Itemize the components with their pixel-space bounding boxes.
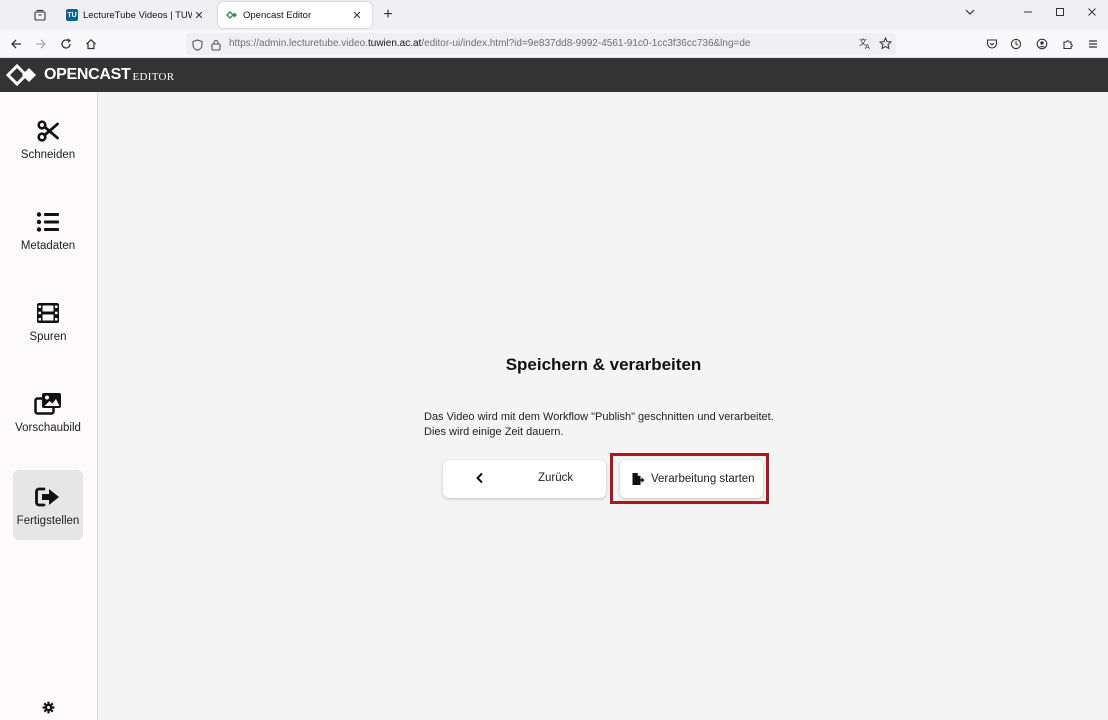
chevron-left-icon bbox=[475, 472, 485, 487]
film-icon bbox=[34, 299, 62, 327]
back-button-label: Zurück bbox=[538, 472, 574, 484]
tab-list-icon[interactable] bbox=[30, 5, 50, 25]
sidebar-item-label: Metadaten bbox=[20, 240, 76, 252]
sidebar-item-label: Spuren bbox=[29, 331, 67, 343]
opencast-favicon bbox=[226, 9, 238, 21]
translate-icon[interactable]: 文A bbox=[859, 37, 872, 55]
tab-opencast-editor[interactable]: Opencast Editor ✕ bbox=[218, 2, 372, 28]
shield-icon[interactable] bbox=[192, 38, 203, 56]
sign-out-icon bbox=[34, 483, 62, 511]
close-window-icon[interactable] bbox=[1077, 3, 1107, 25]
extensions-icon[interactable] bbox=[1058, 34, 1078, 54]
url-bar[interactable]: https://admin.lecturetube.video.tuwien.a… bbox=[186, 33, 896, 55]
forward-arrow-icon[interactable] bbox=[31, 34, 51, 54]
browser-toolbar: https://admin.lecturetube.video.tuwien.a… bbox=[0, 30, 1108, 58]
sidebar-item-label: Vorschaubild bbox=[15, 422, 81, 434]
close-tab-icon[interactable]: ✕ bbox=[192, 9, 206, 22]
pocket-icon[interactable] bbox=[982, 34, 1002, 54]
sidebar: Schneiden Metadaten Spuren Vorschaubild … bbox=[0, 92, 98, 720]
opencast-logo-icon bbox=[6, 64, 36, 86]
sidebar-item-schneiden[interactable]: Schneiden bbox=[13, 104, 83, 174]
minimize-window-icon[interactable] bbox=[1013, 3, 1043, 25]
list-icon bbox=[34, 208, 62, 236]
back-button[interactable]: Zurück bbox=[443, 460, 606, 498]
tab-title: LectureTube Videos | TUWEL bbox=[83, 9, 192, 21]
process-description: Das Video wird mit dem Workflow "Publish… bbox=[424, 410, 774, 440]
opencast-editor-logo[interactable]: OPENCAST EDITOR bbox=[6, 63, 174, 87]
back-arrow-icon[interactable] bbox=[6, 34, 26, 54]
tuwien-favicon: TU bbox=[66, 9, 78, 21]
lock-icon[interactable] bbox=[211, 38, 221, 56]
svg-text:A: A bbox=[865, 43, 870, 50]
browser-tab-bar: TU LectureTube Videos | TUWEL ✕ Opencast… bbox=[0, 0, 1108, 30]
sidebar-item-label: Fertigstellen bbox=[16, 515, 80, 527]
scissors-icon bbox=[34, 117, 62, 145]
maximize-window-icon[interactable] bbox=[1045, 3, 1075, 25]
tab-title: Opencast Editor bbox=[243, 9, 312, 21]
app-header: OPENCAST EDITOR bbox=[0, 58, 1108, 92]
highlight-box bbox=[610, 453, 769, 504]
tab-lecturetube[interactable]: TU LectureTube Videos | TUWEL ✕ bbox=[58, 2, 214, 28]
logo-sub-text: EDITOR bbox=[132, 71, 175, 83]
url-suffix: /editor-ui/index.html?id=9e837dd8-9992-4… bbox=[421, 38, 751, 49]
url-prefix: https://admin.lecturetube.video. bbox=[229, 38, 368, 49]
sidebar-item-spuren[interactable]: Spuren bbox=[13, 286, 83, 356]
close-tab-icon[interactable]: ✕ bbox=[350, 9, 364, 22]
history-icon[interactable] bbox=[1006, 34, 1026, 54]
url-domain: tuwien.ac.at bbox=[367, 38, 422, 49]
sidebar-item-vorschaubild[interactable]: Vorschaubild bbox=[13, 377, 83, 447]
sidebar-item-label: Schneiden bbox=[20, 149, 76, 161]
reload-icon[interactable] bbox=[56, 34, 76, 54]
logo-main-text: OPENCAST bbox=[44, 66, 131, 83]
description-line-1: Das Video wird mit dem Workflow "Publish… bbox=[424, 411, 774, 423]
page-title: Speichern & verarbeiten bbox=[505, 355, 702, 374]
url-text[interactable]: https://admin.lecturetube.video.tuwien.a… bbox=[229, 38, 750, 49]
menu-icon[interactable] bbox=[1083, 34, 1103, 54]
sidebar-item-metadaten[interactable]: Metadaten bbox=[13, 195, 83, 265]
gear-icon[interactable] bbox=[40, 699, 56, 715]
description-line-2: Dies wird einige Zeit dauern. bbox=[424, 426, 564, 438]
list-all-tabs-icon[interactable] bbox=[955, 3, 985, 25]
home-icon[interactable] bbox=[81, 34, 101, 54]
new-tab-button[interactable]: + bbox=[378, 5, 398, 25]
sidebar-item-fertigstellen[interactable]: Fertigstellen bbox=[13, 470, 83, 540]
images-icon bbox=[34, 390, 62, 418]
account-icon[interactable] bbox=[1032, 34, 1052, 54]
bookmark-star-icon[interactable] bbox=[878, 36, 893, 55]
main-content: Speichern & verarbeiten Das Video wird m… bbox=[99, 92, 1108, 720]
